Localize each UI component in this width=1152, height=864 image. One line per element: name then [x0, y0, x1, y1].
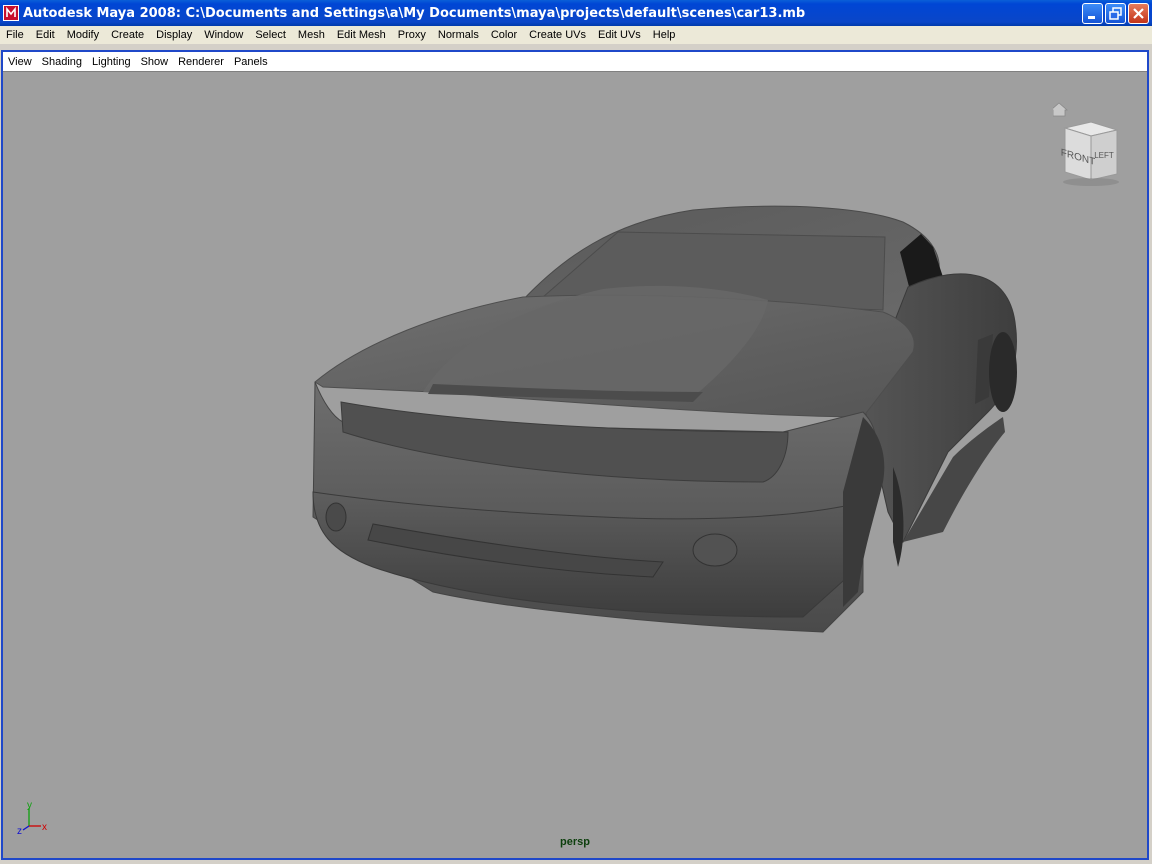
panel-menubar: View Shading Lighting Show Renderer Pane… — [3, 52, 1147, 72]
panel-menu-shading[interactable]: Shading — [37, 52, 87, 72]
window-title: Autodesk Maya 2008: C:\Documents and Set… — [23, 5, 806, 21]
viewcube[interactable]: FRONT LEFT — [1053, 98, 1133, 188]
menu-create-uvs[interactable]: Create UVs — [523, 26, 592, 44]
camera-label: persp — [560, 836, 590, 848]
car-model[interactable] — [3, 72, 1147, 858]
menu-display[interactable]: Display — [150, 26, 198, 44]
menu-window[interactable]: Window — [198, 26, 249, 44]
3d-viewport[interactable]: FRONT LEFT y x z persp — [3, 72, 1147, 858]
menu-edit[interactable]: Edit — [30, 26, 61, 44]
panel-menu-renderer[interactable]: Renderer — [173, 52, 229, 72]
axis-x-label: x — [42, 822, 47, 833]
close-icon — [1133, 8, 1144, 19]
main-menubar: File Edit Modify Create Display Window S… — [0, 26, 1152, 44]
panel-menu-panels[interactable]: Panels — [229, 52, 273, 72]
menu-file[interactable]: File — [0, 26, 30, 44]
menu-edit-uvs[interactable]: Edit UVs — [592, 26, 647, 44]
viewcube-left-label[interactable]: LEFT — [1094, 151, 1114, 160]
menu-normals[interactable]: Normals — [432, 26, 485, 44]
panel-menu-show[interactable]: Show — [136, 52, 174, 72]
panel-menu-view[interactable]: View — [3, 52, 37, 72]
restore-icon — [1109, 7, 1122, 20]
menu-create[interactable]: Create — [105, 26, 150, 44]
menu-color[interactable]: Color — [485, 26, 523, 44]
minimize-button[interactable] — [1082, 3, 1103, 24]
restore-button[interactable] — [1105, 3, 1126, 24]
close-button[interactable] — [1128, 3, 1149, 24]
maya-app-icon[interactable] — [3, 5, 19, 21]
home-icon[interactable] — [1053, 102, 1069, 117]
axis-gizmo: y x z — [17, 800, 47, 837]
title-bar[interactable]: Autodesk Maya 2008: C:\Documents and Set… — [0, 0, 1152, 26]
minimize-icon — [1088, 16, 1095, 19]
menu-select[interactable]: Select — [249, 26, 292, 44]
axis-y-label: y — [27, 800, 32, 811]
menu-modify[interactable]: Modify — [61, 26, 105, 44]
maya-window: Autodesk Maya 2008: C:\Documents and Set… — [0, 0, 1152, 864]
perspective-panel: View Shading Lighting Show Renderer Pane… — [1, 50, 1149, 860]
menu-proxy[interactable]: Proxy — [392, 26, 432, 44]
menu-mesh[interactable]: Mesh — [292, 26, 331, 44]
menu-help[interactable]: Help — [647, 26, 682, 44]
panel-menu-lighting[interactable]: Lighting — [87, 52, 136, 72]
menu-edit-mesh[interactable]: Edit Mesh — [331, 26, 392, 44]
